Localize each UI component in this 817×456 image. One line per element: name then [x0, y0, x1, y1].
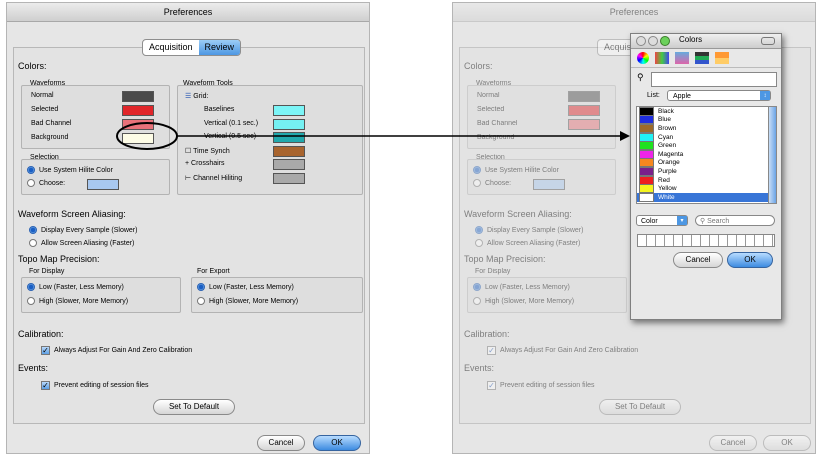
colors-titlebar: Colors	[631, 34, 781, 49]
color-name: Cyan	[658, 133, 674, 141]
swatch-drawer[interactable]	[637, 234, 775, 247]
color-name: Orange	[658, 159, 680, 167]
colors-ok-button[interactable]: OK	[727, 252, 773, 268]
minimize-icon[interactable]	[648, 36, 658, 46]
color-list-item[interactable]: White	[637, 192, 769, 202]
color-name: Magenta	[658, 150, 684, 158]
zoom-icon[interactable]	[660, 36, 670, 46]
color-list-item[interactable]: Green	[637, 141, 769, 151]
color-name: Yellow	[658, 185, 677, 193]
crayons-icon[interactable]	[715, 52, 729, 64]
dropdown-icon: ▾	[677, 216, 687, 225]
color-list-item[interactable]: Cyan	[637, 132, 769, 142]
list-value: Apple	[673, 93, 691, 100]
color-menu[interactable]: Color ▾	[636, 215, 688, 226]
color-list-scrollbar[interactable]	[768, 106, 777, 204]
color-list-item[interactable]: Magenta	[637, 149, 769, 159]
highlight-ellipse	[116, 122, 178, 150]
picker-toolbar	[631, 49, 781, 68]
color-name: Purple	[658, 167, 677, 175]
close-icon[interactable]	[636, 36, 646, 46]
image-palette-icon[interactable]	[675, 52, 689, 64]
colors-window: Colors ⚲ List: Apple ↕ Black Blue Brown Cya…	[630, 33, 782, 320]
color-name: Black	[658, 107, 674, 115]
colors-cancel-button[interactable]: Cancel	[673, 252, 723, 268]
list-select[interactable]: Apple ↕	[667, 90, 771, 101]
color-name: Red	[658, 176, 670, 184]
color-list-item[interactable]: Red	[637, 175, 769, 185]
magnifier-icon[interactable]: ⚲	[637, 72, 649, 86]
color-list-item[interactable]: Brown	[637, 123, 769, 133]
colors-title: Colors	[679, 35, 703, 44]
color-list-item[interactable]: Blue	[637, 115, 769, 125]
color-list[interactable]: Black Blue Brown Cyan Green Magenta Orange Purp…	[636, 106, 770, 204]
color-list-item[interactable]: Orange	[637, 158, 769, 168]
color-chip	[639, 192, 654, 202]
color-name: White	[658, 193, 675, 201]
list-label: List:	[647, 92, 660, 99]
color-list-item[interactable]: Yellow	[637, 184, 769, 194]
color-list-item[interactable]: Black	[637, 107, 769, 116]
search-icon: ⚲	[700, 218, 706, 225]
color-name: Brown	[658, 124, 677, 132]
sliders-icon[interactable]	[655, 52, 669, 64]
search-field[interactable]: ⚲ Search	[695, 215, 775, 226]
palettes-icon[interactable]	[695, 52, 709, 64]
color-wheel-icon[interactable]	[637, 52, 649, 64]
color-swatch-preview[interactable]	[651, 72, 777, 87]
color-menu-label: Color	[641, 218, 658, 225]
search-placeholder: Search	[707, 218, 730, 225]
color-name: Blue	[658, 116, 672, 124]
toolbar-toggle-icon[interactable]	[761, 37, 775, 45]
color-name: Green	[658, 142, 677, 150]
chevron-updown-icon: ↕	[760, 91, 770, 100]
color-list-item[interactable]: Purple	[637, 166, 769, 176]
pointer-arrow-head	[620, 131, 630, 141]
